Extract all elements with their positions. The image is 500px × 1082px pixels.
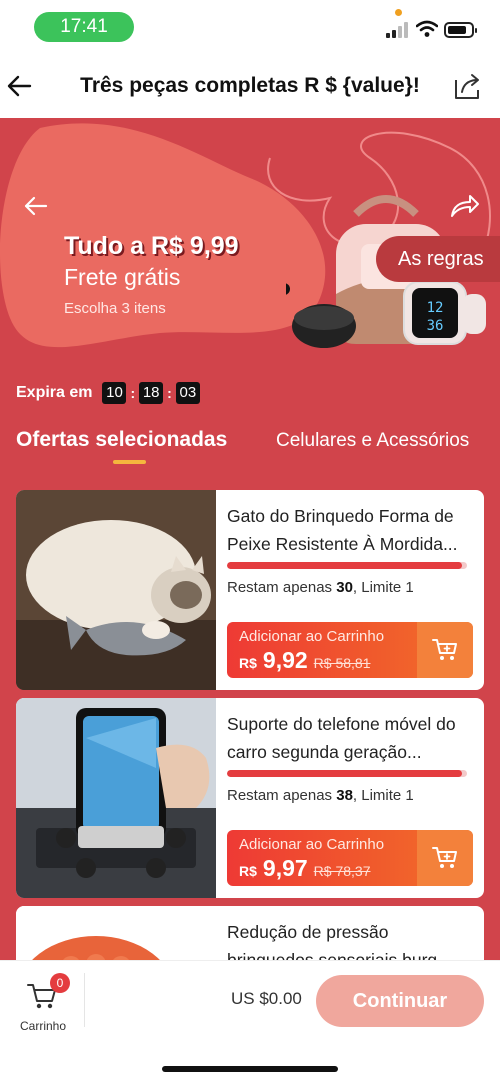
cart-plus-icon — [432, 639, 457, 660]
cart-label: Carrinho — [19, 1019, 67, 1033]
original-price: R$ 58,81 — [313, 655, 371, 671]
countdown-label: Expira em — [16, 384, 93, 401]
stock-text: Restam apenas 30, Limite 1 — [227, 579, 414, 596]
svg-text:12: 12 — [427, 300, 444, 316]
status-bar: 17:41 — [0, 0, 500, 56]
battery-icon — [444, 22, 477, 38]
stock-progress-bar — [227, 562, 467, 569]
stock-progress-fill — [227, 770, 463, 777]
original-price: R$ 78,37 — [313, 863, 371, 879]
bottom-bar: 0 Carrinho US $0.00 Continuar — [0, 960, 500, 1082]
stock-suffix: , Limite 1 — [352, 579, 414, 596]
privacy-indicator-dot — [395, 9, 402, 16]
wifi-icon — [416, 20, 438, 37]
cart-count-badge: 0 — [50, 973, 70, 993]
stock-progress-bar — [227, 770, 467, 777]
countdown-separator: : — [167, 385, 172, 401]
price-value: 9,97 — [262, 855, 308, 881]
back-arrow-icon[interactable] — [4, 68, 40, 104]
status-time: 17:41 — [34, 12, 134, 42]
price-row: R$ 9,92 R$ 58,81 — [239, 647, 371, 674]
product-card[interactable]: Gato do Brinquedo Forma de Peixe Resiste… — [16, 490, 484, 690]
product-image-cat-fish-toy — [16, 490, 216, 690]
svg-text:36: 36 — [427, 318, 444, 334]
add-to-cart-button[interactable]: Adicionar ao Carrinho R$ 9,92 R$ 58,81 — [227, 622, 473, 678]
stock-prefix: Restam apenas — [227, 787, 337, 804]
countdown-separator: : — [130, 385, 136, 401]
stock-suffix: , Limite 1 — [352, 787, 414, 804]
add-cart-icon-button[interactable] — [417, 830, 473, 886]
product-title: Gato do Brinquedo Forma de Peixe Resiste… — [227, 506, 458, 554]
share-icon[interactable] — [452, 70, 484, 102]
rules-button[interactable]: As regras — [376, 236, 500, 282]
countdown: Expira em 10 : 18 : 03 — [16, 382, 200, 404]
add-to-cart-label: Adicionar ao Carrinho — [239, 836, 385, 853]
price-currency: R$ — [239, 655, 257, 671]
promo-subtitle: Frete grátis — [64, 264, 181, 290]
stock-count: 30 — [336, 579, 353, 596]
tab-ofertas-selecionadas[interactable]: Ofertas selecionadas — [16, 428, 227, 452]
promo-section: Tudo a R$ 9,99 Frete grátis Escolha 3 it… — [0, 118, 500, 980]
product-title: Suporte do telefone móvel do carro segun… — [227, 714, 456, 762]
product-card[interactable]: Suporte do telefone móvel do carro segun… — [16, 698, 484, 898]
promo-note: Escolha 3 itens — [64, 300, 166, 317]
continue-button[interactable]: Continuar — [316, 975, 484, 1027]
cart-total: US $0.00 — [231, 989, 302, 1008]
countdown-minutes: 18 — [139, 382, 164, 404]
tab-celulares-acessorios[interactable]: Celulares e Acessórios — [276, 430, 469, 452]
stock-progress-fill — [227, 562, 463, 569]
category-tabs: Ofertas selecionadas Celulares e Acessór… — [0, 426, 500, 470]
stock-text: Restam apenas 38, Limite 1 — [227, 787, 414, 804]
page-title: Três peças completas R $ {value}! — [80, 74, 420, 97]
stock-count: 38 — [336, 787, 353, 804]
add-cart-icon-button[interactable] — [417, 622, 473, 678]
cart-plus-icon — [432, 847, 457, 868]
price-currency: R$ — [239, 863, 257, 879]
promo-title: Tudo a R$ 9,99 — [64, 232, 239, 260]
countdown-seconds: 03 — [175, 382, 200, 404]
price-row: R$ 9,97 R$ 78,37 — [239, 855, 371, 882]
home-indicator — [162, 1066, 338, 1072]
product-image-phone-holder — [16, 698, 216, 898]
countdown-hours: 10 — [102, 382, 127, 404]
cellular-signal-icon — [386, 22, 410, 38]
add-to-cart-label: Adicionar ao Carrinho — [239, 628, 385, 645]
banner-back-arrow-icon[interactable] — [20, 190, 52, 222]
cart-tab[interactable]: 0 Carrinho — [16, 969, 70, 1033]
active-tab-indicator — [113, 460, 146, 464]
bottom-divider — [84, 973, 85, 1027]
price-value: 9,92 — [262, 647, 308, 673]
add-to-cart-button[interactable]: Adicionar ao Carrinho R$ 9,97 R$ 78,37 — [227, 830, 473, 886]
top-header: Três peças completas R $ {value}! — [0, 56, 500, 118]
stock-prefix: Restam apenas — [227, 579, 337, 596]
